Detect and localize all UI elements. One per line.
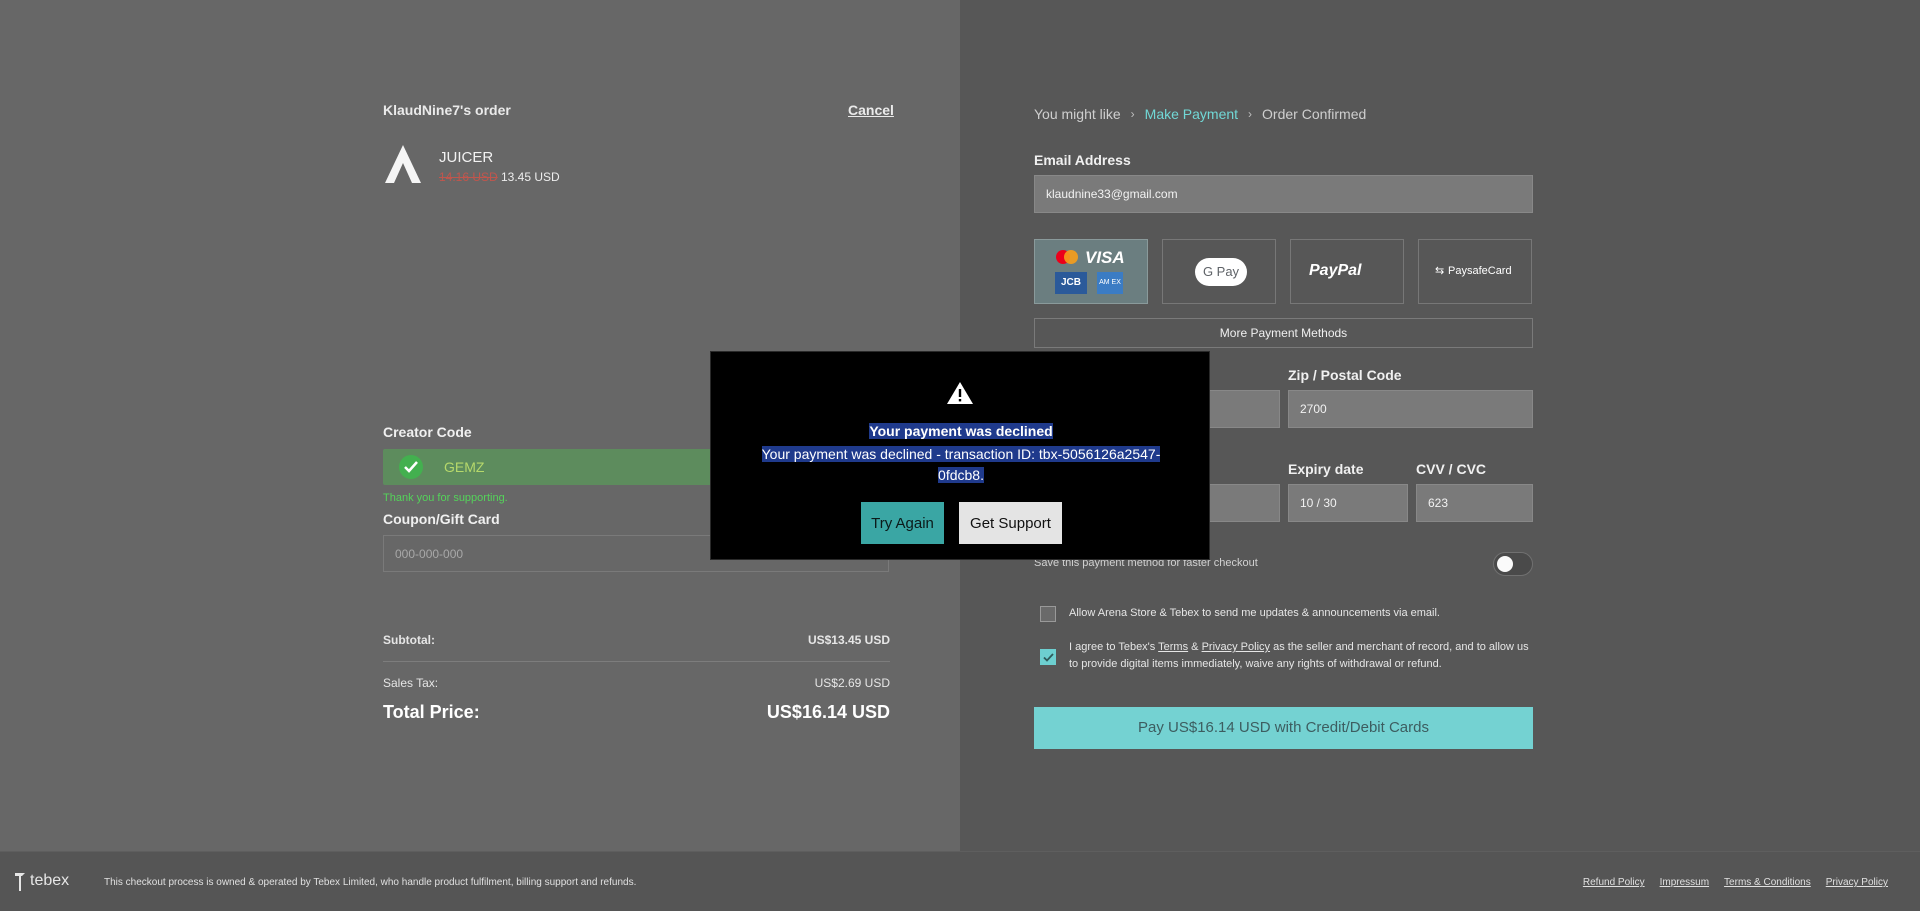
summary-divider [383, 661, 890, 662]
cancel-link[interactable]: Cancel [848, 102, 894, 118]
footer-link-terms[interactable]: Terms & Conditions [1724, 877, 1811, 888]
footer-link-impressum[interactable]: Impressum [1660, 877, 1709, 888]
modal-title-text: Your payment was declined [869, 423, 1053, 439]
creator-code-label: Creator Code [383, 424, 472, 440]
updates-checkbox[interactable] [1040, 606, 1056, 622]
product-old-price: 14.16 USD [439, 170, 498, 184]
agree-checkbox[interactable] [1040, 649, 1056, 665]
pay-button[interactable]: Pay US$16.14 USD with Credit/Debit Cards [1034, 707, 1533, 749]
total-value: US$16.14 USD [766, 702, 890, 722]
agree-amp: & [1188, 641, 1202, 653]
get-support-button[interactable]: Get Support [959, 502, 1062, 544]
terms-link[interactable]: Terms [1158, 641, 1188, 653]
payment-declined-modal: Your payment was declined Your payment w… [710, 351, 1210, 560]
jcb-icon: JCB [1055, 272, 1087, 294]
agree-label: I agree to Tebex's Terms & Privacy Polic… [1069, 639, 1529, 673]
agree-prefix: I agree to Tebex's [1069, 641, 1159, 653]
cvv-label: CVV / CVC [1416, 461, 1487, 477]
zip-field[interactable] [1288, 390, 1533, 428]
payment-method-gpay[interactable]: G Pay [1162, 239, 1276, 304]
expiry-field[interactable] [1288, 484, 1408, 522]
try-again-button[interactable]: Try Again [861, 502, 944, 544]
privacy-policy-link[interactable]: Privacy Policy [1202, 641, 1270, 653]
modal-message-line2: 0fdcb8. [938, 467, 984, 483]
email-field[interactable] [1034, 175, 1533, 213]
breadcrumb: You might like › Make Payment › Order Co… [1034, 106, 1366, 122]
tax-value: US$2.69 USD [814, 676, 890, 690]
creator-thanks-text: Thank you for supporting. [383, 492, 508, 504]
tebex-mark-icon [15, 873, 25, 891]
save-method-toggle[interactable] [1493, 552, 1533, 576]
footer-links: Refund Policy Impressum Terms & Conditio… [1583, 877, 1888, 888]
updates-label: Allow Arena Store & Tebex to send me upd… [1069, 607, 1440, 619]
footer-link-refund-policy[interactable]: Refund Policy [1583, 877, 1645, 888]
breadcrumb-item-you-might-like[interactable]: You might like [1034, 106, 1121, 122]
tax-label: Sales Tax: [383, 676, 439, 690]
subtotal-label: Subtotal: [383, 633, 435, 647]
product-name: JUICER [439, 149, 494, 166]
breadcrumb-item-make-payment[interactable]: Make Payment [1145, 106, 1238, 122]
coupon-label: Coupon/Gift Card [383, 511, 500, 527]
cvv-field[interactable] [1416, 484, 1533, 522]
tebex-logo: tebex [14, 870, 69, 892]
visa-icon: VISA [1085, 248, 1125, 267]
total-label: Total Price: [383, 702, 480, 722]
product-new-price: 13.45 USD [501, 170, 560, 184]
subtotal-value: US$13.45 USD [807, 633, 890, 647]
check-circle-icon [399, 455, 423, 479]
paysafe-arrows-icon: ⇆ [1435, 265, 1445, 277]
amex-icon: AM EX [1097, 272, 1123, 294]
expiry-label: Expiry date [1288, 461, 1364, 477]
paypal-icon: PayPal [1309, 262, 1362, 279]
chevron-right-icon: › [1130, 107, 1135, 121]
tebex-brand: tebex [30, 872, 70, 889]
payment-method-paysafecard[interactable]: ⇆ PaysafeCard [1418, 239, 1532, 304]
modal-message: Your payment was declined - transaction … [745, 444, 1177, 486]
footer: tebex This checkout process is owned & o… [0, 851, 1920, 911]
toggle-knob [1497, 556, 1513, 572]
google-pay-icon: G Pay [1195, 258, 1247, 286]
warning-icon [947, 382, 973, 404]
payment-method-cards[interactable]: VISA JCB AM EX [1034, 239, 1148, 304]
paysafecard-label: PaysafeCard [1448, 265, 1512, 277]
footer-notice: This checkout process is owned & operate… [104, 877, 637, 888]
triangle-a-logo-icon [385, 145, 421, 183]
email-label: Email Address [1034, 152, 1131, 168]
modal-message-line1: Your payment was declined - transaction … [761, 446, 1161, 462]
mastercard-icon [1056, 250, 1078, 264]
creator-code-value: GEMZ [444, 459, 485, 475]
footer-link-privacy-policy[interactable]: Privacy Policy [1826, 877, 1888, 888]
breadcrumb-item-order-confirmed: Order Confirmed [1262, 106, 1367, 122]
order-title: KlaudNine7's order [383, 102, 511, 118]
modal-title: Your payment was declined [711, 423, 1211, 439]
more-payment-methods-button[interactable]: More Payment Methods [1034, 318, 1533, 348]
zip-label: Zip / Postal Code [1288, 367, 1402, 383]
payment-method-paypal[interactable]: PayPal [1290, 239, 1404, 304]
chevron-right-icon: › [1248, 107, 1253, 121]
